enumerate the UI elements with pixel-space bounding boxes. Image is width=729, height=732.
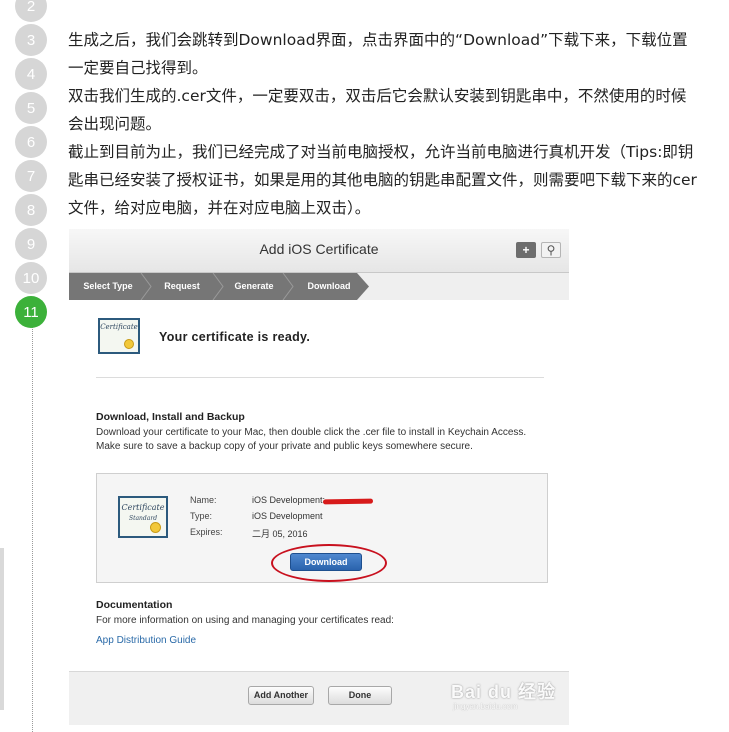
step-7[interactable]: 7 [15,160,47,192]
dialog-title: Add iOS Certificate [259,241,379,257]
cert-expires-value: 二月 05, 2016 [252,529,308,539]
step-download: Download [307,281,351,291]
cert-name-value: iOS Development: [252,495,326,505]
plus-icon[interactable]: + [516,242,536,258]
certificate-icon-large: Certificate Standard [118,496,168,538]
step-5[interactable]: 5 [15,92,47,124]
step-generate: Generate [234,281,274,291]
app-distribution-guide-link[interactable]: App Distribution Guide [96,635,196,646]
certificate-details-box: Certificate Standard Name: iOS Developme… [96,473,548,583]
step-4[interactable]: 4 [15,58,47,90]
documentation-heading: Documentation [96,599,173,611]
embedded-screenshot: Add iOS Certificate + ⚲ Select Type Requ… [69,229,569,725]
redaction-mark [322,498,374,505]
step-select-type: Select Type [83,281,133,291]
section-divider [96,377,544,378]
cert-type-value: iOS Development [252,511,323,521]
cert-expires-label: Expires: [190,527,223,537]
step-10[interactable]: 10 [15,262,47,294]
step-9[interactable]: 9 [15,228,47,260]
step-3[interactable]: 3 [15,24,47,56]
step-6[interactable]: 6 [15,126,47,158]
step-2[interactable]: 2 [15,0,47,22]
left-edge-bar [0,548,4,710]
step-request: Request [164,281,200,291]
dialog-footer: Add Another Done Bai du 经验 jingyan.baidu… [69,671,569,725]
certificate-ready-heading: Your certificate is ready. [159,330,311,344]
article-paragraph-1: 生成之后，我们会跳转到Download界面，点击界面中的“Download”下载… [68,31,688,77]
search-icon[interactable]: ⚲ [541,242,561,258]
steps-bar: Select Type Request Generate Download [69,273,569,300]
download-install-backup-text: Download your certificate to your Mac, t… [96,427,527,452]
dialog-header: Add iOS Certificate + ⚲ [69,229,569,273]
cert-type-label: Type: [190,511,213,521]
article-body: 生成之后，我们会跳转到Download界面，点击界面中的“Download”下载… [68,26,698,222]
step-11-active[interactable]: 11 [15,296,47,328]
done-button[interactable]: Done [328,686,392,705]
article-paragraph-2: 双击我们生成的.cer文件，一定要双击，双击后它会默认安装到钥匙串中，不然使用的… [68,87,687,133]
add-another-button[interactable]: Add Another [248,686,314,705]
baidu-watermark: Bai du 经验 [451,682,557,702]
download-install-backup-heading: Download, Install and Backup [96,411,245,423]
certificate-icon: Certificate [98,318,140,354]
step-rail-line [32,322,33,732]
article-paragraph-3: 截止到目前为止，我们已经完成了对当前电脑授权，允许当前电脑进行真机开发（Tips… [68,143,697,217]
step-8[interactable]: 8 [15,194,47,226]
download-button[interactable]: Download [290,553,362,571]
baidu-watermark-url: jingyan.baidu.com [453,702,518,711]
cert-name-label: Name: [190,495,217,505]
documentation-text: For more information on using and managi… [96,615,394,626]
